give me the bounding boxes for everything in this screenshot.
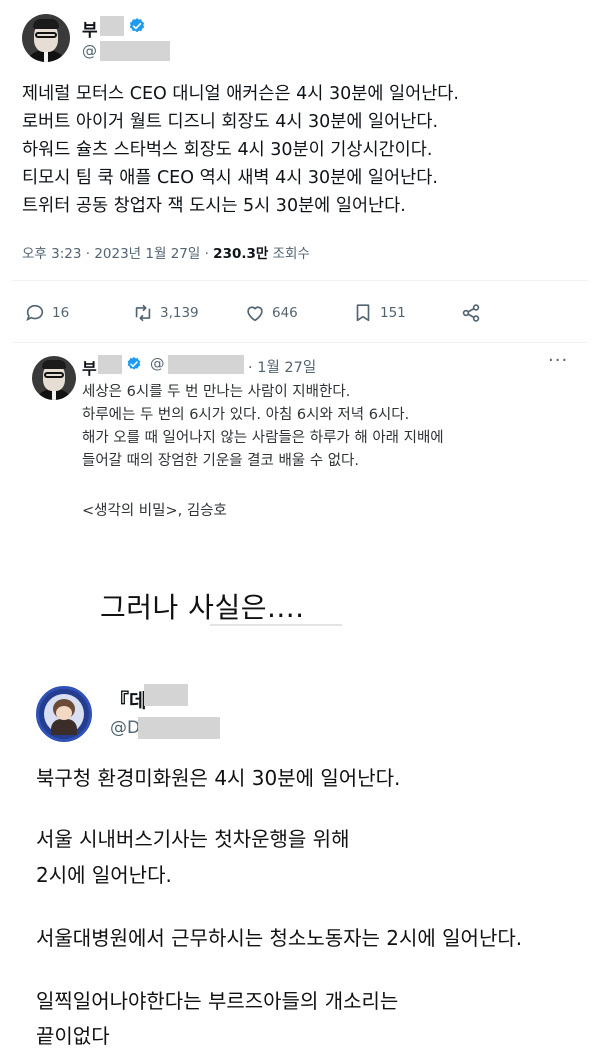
tweet-line: 하워드 슐츠 스타벅스 회장도 4시 30분이 기상시간이다. [22, 140, 433, 160]
avatar[interactable] [22, 14, 70, 62]
divider [12, 280, 588, 281]
tweet-paragraph: 끝이없다 [36, 1024, 110, 1048]
reply-count: 16 [52, 305, 70, 321]
share-icon [462, 304, 480, 322]
tweet-paragraph: 서울대병원에서 근무하시는 청소노동자는 2시에 일어난다. [36, 926, 523, 950]
caption-underline [210, 624, 342, 626]
tweet-line: 들어갈 때의 장엄한 기운을 결코 배울 수 없다. [82, 453, 359, 469]
redacted-name [98, 355, 122, 374]
divider [12, 342, 588, 343]
reply-icon [26, 304, 44, 322]
like-count: 646 [272, 305, 298, 321]
tweet-text: 세상은 6시를 두 번 만나는 사람이 지배한다. 하루에는 두 번의 6시가 … [82, 381, 582, 473]
tweet-paragraph: 서울 시내버스기사는 첫차운행을 위해 [36, 827, 350, 851]
verified-icon [127, 357, 141, 370]
retweet-button[interactable]: 3,139 [132, 298, 199, 328]
bookmark-button[interactable]: 151 [352, 298, 406, 328]
retweet-icon [135, 304, 151, 322]
timestamp[interactable]: 오후 3:23 · 2023년 1월 27일 · [22, 246, 213, 262]
tweet-date[interactable]: · 1월 27일 [248, 356, 316, 377]
retweet-count: 3,139 [160, 305, 199, 321]
redacted-handle [138, 717, 220, 739]
tweet-line: 해가 오를 때 일어나지 않는 사람들은 하루가 해 아래 지배에 [82, 430, 444, 446]
reply-button[interactable]: 16 [24, 298, 69, 328]
like-icon [247, 306, 263, 322]
views-count: 230.3만 [213, 246, 269, 262]
tweet-line: 제네럴 모터스 CEO 대니얼 애커슨은 4시 30분에 일어난다. [22, 84, 459, 104]
tweet-line: 하루에는 두 번의 6시가 있다. 아침 6시와 저녁 6시다. [82, 407, 410, 423]
share-button[interactable] [460, 298, 488, 328]
author-handle[interactable]: @ [82, 42, 97, 60]
verified-icon [129, 18, 145, 33]
tweet-line: 트위터 공동 창업자 잭 도시는 5시 30분에 일어난다. [22, 196, 406, 216]
views-label: 조회수 [268, 246, 310, 262]
author-name[interactable]: 부 [82, 355, 97, 379]
avatar[interactable] [36, 686, 92, 742]
tweet-line: 티모시 팀 쿡 애플 CEO 역시 새벽 4시 30분에 일어난다. [22, 168, 438, 188]
like-button[interactable]: 646 [244, 298, 298, 328]
author-handle[interactable]: @D [110, 718, 140, 738]
redacted-name [100, 16, 124, 36]
tweet-paragraph: 북구청 환경미화원은 4시 30분에 일어난다. [36, 766, 401, 790]
redacted-handle [168, 355, 244, 374]
more-options-button[interactable]: ··· [548, 350, 568, 371]
redacted-handle [100, 41, 170, 61]
avatar[interactable] [32, 356, 76, 400]
action-bar: 16 3,139 646 151 [0, 298, 600, 328]
redacted-name [144, 684, 188, 706]
author-name[interactable]: 부 [82, 16, 98, 41]
quote-source: <생각의 비밀>, 김승호 [82, 503, 227, 519]
bookmark-count: 151 [380, 305, 406, 321]
tweet-line: 로버트 아이거 월트 디즈니 회장도 4시 30분에 일어난다. [22, 112, 439, 132]
tweet-line: 세상은 6시를 두 번 만나는 사람이 지배한다. [82, 384, 351, 400]
tweet-paragraph: 일찍일어나야한다는 부르즈아들의 개소리는 [36, 989, 399, 1013]
tweet-text: 제네럴 모터스 CEO 대니얼 애커슨은 4시 30분에 일어난다. 로버트 아… [22, 80, 592, 220]
author-handle[interactable]: @ [150, 356, 165, 372]
tweet-paragraph: 2시에 일어난다. [36, 863, 172, 887]
author-name[interactable]: 『데 [110, 686, 146, 713]
bookmark-icon [356, 304, 370, 322]
caption-text: 그러나 사실은.... [100, 591, 305, 624]
tweet-timestamp: 오후 3:23 · 2023년 1월 27일 · 230.3만 조회수 [22, 242, 310, 262]
